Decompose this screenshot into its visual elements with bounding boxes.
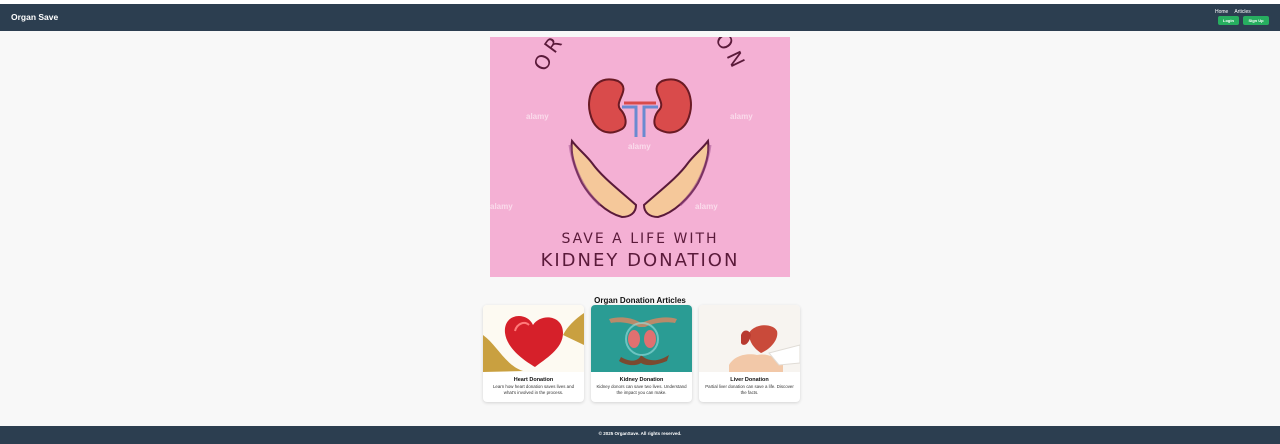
hero-line-2: KIDNEY DONATION (541, 250, 740, 271)
card-desc-kidney: Kidney donors can save two lives. Unders… (596, 384, 687, 395)
articles-section-title: Organ Donation Articles (594, 296, 686, 305)
liver-image (699, 305, 800, 372)
watermark-4: alamy (490, 202, 513, 211)
footer-copyright: © 2025 OrganSave. All rights reserved. (598, 431, 682, 436)
card-title-liver: Liver Donation (730, 377, 769, 383)
card-title-kidney: Kidney Donation (619, 377, 664, 383)
brand-logo[interactable]: Organ Save (11, 12, 58, 22)
signup-button[interactable]: Sign Up (1243, 16, 1269, 25)
footer: © 2025 OrganSave. All rights reserved. (0, 426, 1280, 444)
nav-link-home[interactable]: Home (1215, 9, 1228, 15)
watermark-5: alamy (695, 202, 718, 211)
main-content: alamy alamy alamy alamy alamy ORGAN DONA… (0, 31, 1280, 426)
article-card-liver[interactable]: Liver Donation Partial liver donation ca… (699, 305, 800, 402)
heart-image (483, 305, 584, 372)
card-desc-liver: Partial liver donation can save a life. … (705, 384, 794, 395)
watermark-3: alamy (730, 112, 753, 121)
login-button[interactable]: Login (1218, 16, 1239, 25)
navbar: Organ Save Home Articles Login Sign Up (0, 4, 1280, 31)
watermark-2: alamy (628, 142, 651, 151)
nav-link-articles[interactable]: Articles (1234, 9, 1250, 15)
card-title-heart: Heart Donation (513, 377, 554, 383)
watermark-1: alamy (526, 112, 549, 121)
hero-image: alamy alamy alamy alamy alamy ORGAN DONA… (490, 37, 790, 277)
hero-line-1: SAVE A LIFE WITH (561, 231, 718, 247)
article-card-heart[interactable]: Heart Donation Learn how heart donation … (483, 305, 584, 402)
article-card-kidney[interactable]: Kidney Donation Kidney donors can save t… (591, 305, 692, 402)
nav-links: Home Articles (1215, 9, 1257, 15)
kidney-image (591, 305, 692, 372)
article-cards: Heart Donation Learn how heart donation … (483, 305, 800, 402)
kidney-donation-illustration: alamy alamy alamy alamy alamy ORGAN DONA… (490, 37, 790, 277)
auth-buttons: Login Sign Up (1218, 16, 1269, 25)
card-desc-heart: Learn how heart donation saves lives and… (492, 384, 575, 395)
